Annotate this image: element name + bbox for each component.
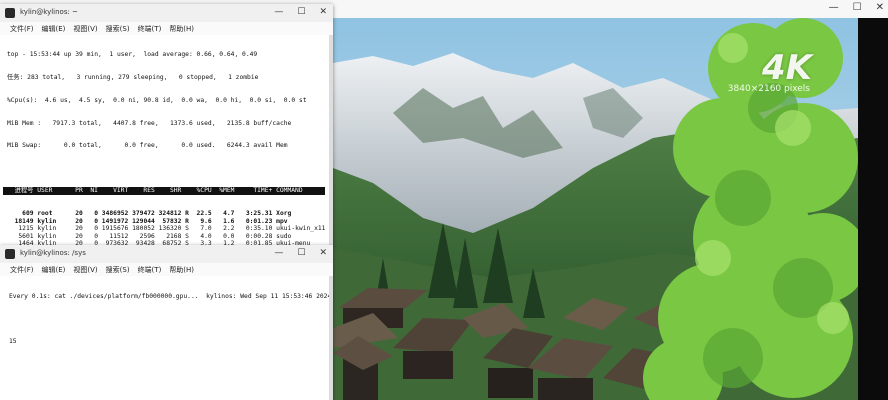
video-titlebar: — ☐ ✕: [333, 0, 888, 18]
resolution-caption: 3840×2160 pixels: [727, 84, 810, 94]
menu-help[interactable]: 帮助(H): [169, 265, 194, 275]
top-summary-line: 任务: 283 total, 3 running, 279 sleeping, …: [7, 73, 259, 81]
top-summary-line: top - 15:53:44 up 39 min, 1 user, load a…: [7, 51, 258, 59]
video-letterbox: [858, 18, 888, 400]
4k-badge: 4K: [761, 48, 812, 88]
terminal-title: kylin@kylinos: /sys: [20, 249, 86, 257]
menu-search[interactable]: 搜索(S): [106, 265, 130, 275]
terminal-window-top[interactable]: kylin@kylinos: ~ — ☐ ✕ 文件(F) 编辑(E) 视图(V)…: [0, 4, 333, 354]
terminal-titlebar[interactable]: kylin@kylinos: /sys — ☐ ✕: [0, 245, 333, 263]
process-row: 609 root 20 0 3486952 379472 324812 R 22…: [7, 210, 292, 218]
menu-view[interactable]: 视图(V): [73, 24, 97, 34]
close-icon[interactable]: ✕: [319, 7, 327, 17]
video-frame[interactable]: 4K 3840×2160 pixels: [333, 18, 858, 400]
minimize-icon[interactable]: —: [274, 7, 283, 17]
watch-output-value: 15: [9, 338, 17, 346]
process-row: 18149 kylin 20 0 1491972 129044 57832 R …: [7, 217, 288, 225]
menu-file[interactable]: 文件(F): [10, 24, 34, 34]
minimize-icon[interactable]: —: [829, 3, 839, 13]
menu-view[interactable]: 视图(V): [73, 265, 97, 275]
maximize-icon[interactable]: ☐: [297, 248, 305, 258]
menu-terminal[interactable]: 终端(T): [138, 265, 162, 275]
close-icon[interactable]: ✕: [319, 248, 327, 258]
menu-help[interactable]: 帮助(H): [169, 24, 194, 34]
menu-terminal[interactable]: 终端(T): [138, 24, 162, 34]
terminal-title: kylin@kylinos: ~: [20, 8, 78, 16]
menu-search[interactable]: 搜索(S): [106, 24, 130, 34]
terminal-app-icon: [5, 8, 15, 18]
close-icon[interactable]: ✕: [876, 3, 884, 13]
top-summary-line: %Cpu(s): 4.6 us, 4.5 sy, 0.0 ni, 90.8 id…: [7, 96, 307, 104]
maximize-icon[interactable]: ☐: [297, 7, 305, 17]
process-table-header: 进程号 USER PR NI VIRT RES SHR %CPU %MEM TI…: [3, 187, 325, 195]
minimize-icon[interactable]: —: [274, 248, 283, 258]
terminal-menubar: 文件(F) 编辑(E) 视图(V) 搜索(S) 终端(T) 帮助(H): [0, 22, 333, 35]
terminal-titlebar[interactable]: kylin@kylinos: ~ — ☐ ✕: [0, 4, 333, 22]
terminal-output[interactable]: Every 0.1s: cat ./devices/platform/fb000…: [0, 276, 333, 361]
terminal-window-sys[interactable]: kylin@kylinos: /sys — ☐ ✕ 文件(F) 编辑(E) 视图…: [0, 245, 333, 400]
top-summary-line: MiB Mem : 7917.3 total, 4407.8 free, 137…: [7, 119, 292, 127]
menu-edit[interactable]: 编辑(E): [42, 265, 66, 275]
process-row: 5601 kylin 20 0 11512 2596 2168 S 4.0 0.…: [7, 232, 292, 240]
process-row: 1215 kylin 20 0 1915676 180052 136320 S …: [7, 225, 326, 233]
watch-header-line: Every 0.1s: cat ./devices/platform/fb000…: [9, 293, 332, 301]
terminal-scrollbar[interactable]: [329, 276, 333, 400]
terminal-menubar: 文件(F) 编辑(E) 视图(V) 搜索(S) 终端(T) 帮助(H): [0, 263, 333, 276]
top-summary-line: MiB Swap: 0.0 total, 0.0 free, 0.0 used.…: [7, 142, 288, 150]
terminal-scrollbar[interactable]: [329, 35, 333, 246]
menu-edit[interactable]: 编辑(E): [42, 24, 66, 34]
maximize-icon[interactable]: ☐: [853, 3, 862, 13]
terminal-app-icon: [5, 249, 15, 259]
menu-file[interactable]: 文件(F): [10, 265, 34, 275]
